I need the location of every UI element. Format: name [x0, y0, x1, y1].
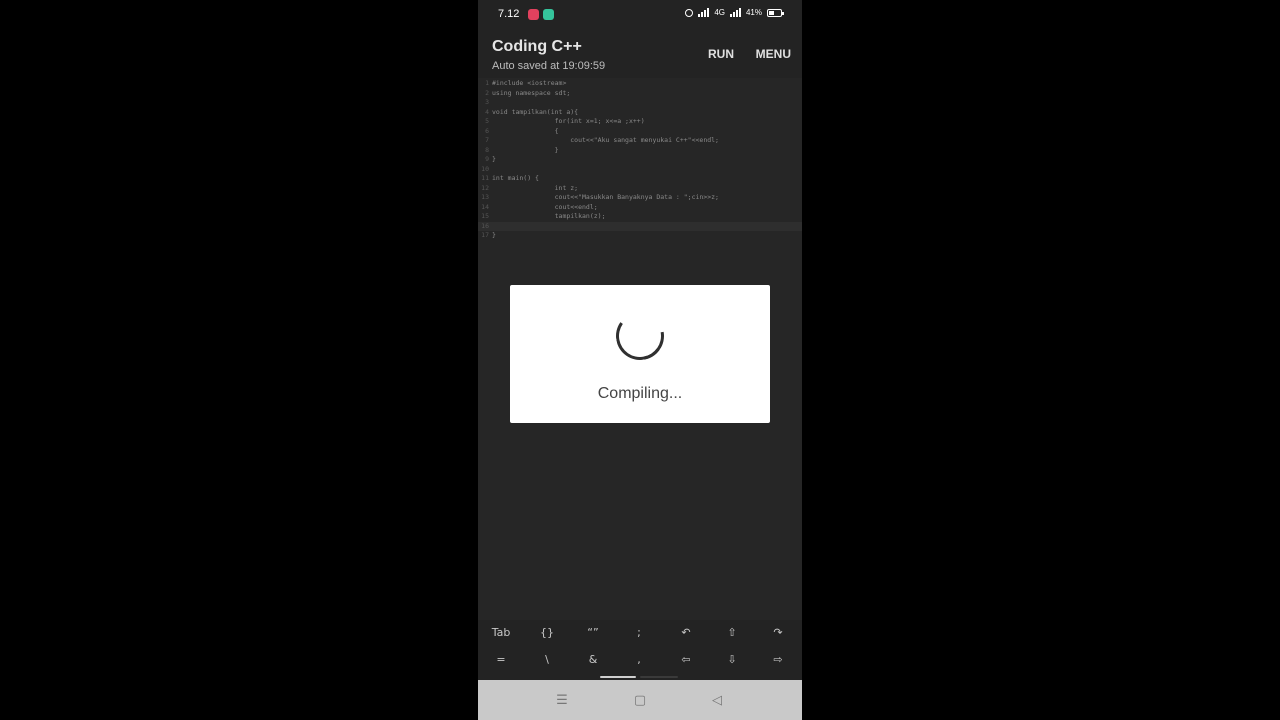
symbol-key[interactable]: =: [478, 647, 524, 673]
code-line[interactable]: 15 tampilkan(z);: [478, 212, 802, 222]
code-text[interactable]: }: [492, 231, 496, 241]
line-number: 14: [481, 202, 489, 211]
app-bar: Coding C++ Auto saved at 19:09:59 RUN ME…: [478, 28, 802, 78]
line-number: 15: [481, 212, 489, 220]
keyboard-page-indicator: [640, 676, 678, 678]
code-text[interactable]: int main() {: [492, 174, 539, 184]
code-line[interactable]: 3: [478, 98, 802, 108]
code-line[interactable]: 7 cout<<"Aku sangat menyukai C++"<<endl;: [478, 136, 802, 146]
code-line[interactable]: 13 cout<<"Masukkan Banyaknya Data : ";ci…: [478, 193, 802, 203]
code-text[interactable]: int z;: [492, 184, 578, 194]
code-text[interactable]: using namespace sdt;: [492, 89, 570, 99]
home-icon[interactable]: ▢: [628, 690, 652, 710]
app-title: Coding C++: [492, 38, 582, 55]
menu-button[interactable]: MENU: [756, 47, 791, 61]
back-icon[interactable]: ◁: [705, 690, 729, 710]
code-line[interactable]: 14 cout<<endl;: [478, 203, 802, 213]
alarm-icon: [685, 8, 694, 17]
system-nav-bar: ☰ ▢ ◁: [478, 680, 802, 720]
network-type: 4G: [714, 8, 725, 17]
line-number: 7: [485, 136, 489, 144]
code-line[interactable]: 6 {: [478, 127, 802, 137]
battery-fill: [769, 10, 774, 15]
code-text[interactable]: #include <iostream>: [492, 79, 566, 89]
symbol-key[interactable]: “”: [570, 620, 616, 646]
symbol-key[interactable]: ⇩: [709, 647, 755, 673]
symbol-key[interactable]: ,: [616, 647, 662, 673]
symbol-key[interactable]: \: [524, 647, 570, 673]
symbol-key[interactable]: ↷: [755, 620, 801, 646]
code-line[interactable]: 11 int main() {: [478, 174, 802, 184]
compiling-message: Compiling...: [597, 385, 683, 402]
compiling-dialog: Compiling...: [510, 285, 770, 423]
symbol-key[interactable]: ;: [616, 620, 662, 646]
code-line[interactable]: 4 void tampilkan(int a){: [478, 108, 802, 118]
battery-icon: [767, 8, 784, 17]
symbol-key[interactable]: ⇧: [709, 620, 755, 646]
battery-percent: 41%: [745, 8, 762, 17]
code-text[interactable]: }: [492, 146, 559, 156]
code-line[interactable]: 5 for(int x=1; x<=a ;x++): [478, 117, 802, 127]
code-line[interactable]: 2 using namespace sdt;: [478, 89, 802, 99]
code-text[interactable]: for(int x=1; x<=a ;x++): [492, 117, 645, 127]
line-number: 3: [485, 98, 489, 106]
line-number: 6: [485, 126, 489, 135]
signal-icon-2: [729, 8, 741, 17]
loading-spinner-tail: [606, 302, 674, 370]
symbol-key[interactable]: {}: [524, 620, 570, 646]
code-text[interactable]: void tampilkan(int a){: [492, 108, 578, 118]
code-line[interactable]: 1 #include <iostream>: [478, 79, 802, 89]
symbol-keyboard: Tab{} “”; ↶ ⇧ ↷ = \ &, ⇦ ⇩ ⇨: [478, 620, 802, 680]
status-icons: 4G 41%: [685, 8, 784, 17]
code-line[interactable]: 16: [478, 221, 802, 231]
code-text[interactable]: cout<<"Aku sangat menyukai C++"<<endl;: [492, 136, 719, 146]
line-number: 12: [481, 183, 489, 192]
code-text[interactable]: cout<<endl;: [492, 203, 598, 213]
line-number: 5: [485, 117, 489, 125]
line-number: 17: [481, 231, 489, 239]
app-notification-icon: [543, 9, 554, 20]
signal-icon: [698, 8, 710, 17]
symbol-key[interactable]: ⇦: [663, 647, 709, 673]
line-number: 4: [485, 107, 489, 116]
code-line[interactable]: 8 }: [478, 146, 802, 156]
code-text[interactable]: cout<<"Masukkan Banyaknya Data : ";cin>>…: [492, 193, 719, 203]
status-bar: 7.12 4G 41%: [478, 0, 802, 28]
phone-screen: 7.12 4G 41% Coding C++ Auto saved at 19:…: [478, 0, 802, 720]
code-line[interactable]: 17}: [478, 231, 802, 241]
code-line[interactable]: 9}: [478, 155, 802, 165]
code-line[interactable]: 12 int z;: [478, 184, 802, 194]
symbol-key[interactable]: ↶: [663, 620, 709, 646]
code-text[interactable]: tampilkan(z);: [492, 212, 606, 222]
code-text[interactable]: }: [492, 155, 496, 165]
line-number: 13: [481, 193, 489, 201]
line-number: 10: [481, 164, 489, 173]
symbol-key[interactable]: &: [570, 647, 616, 673]
status-time: 7.12: [498, 8, 520, 20]
recents-icon[interactable]: ☰: [550, 690, 574, 710]
line-number: 11: [481, 174, 489, 182]
line-number: 1: [485, 79, 489, 87]
line-number: 2: [485, 88, 489, 97]
run-button[interactable]: RUN: [708, 47, 734, 61]
code-line[interactable]: 10: [478, 165, 802, 175]
symbol-key[interactable]: Tab: [478, 620, 524, 646]
line-number: 16: [481, 221, 489, 230]
autosave-status: Auto saved at 19:09:59: [492, 60, 606, 72]
instagram-notification-icon: [528, 9, 539, 20]
line-number: 8: [485, 145, 489, 154]
line-number: 9: [485, 155, 489, 163]
code-text[interactable]: {: [492, 127, 559, 137]
symbol-key[interactable]: ⇨: [755, 647, 801, 673]
keyboard-page-indicator-active: [600, 676, 636, 678]
